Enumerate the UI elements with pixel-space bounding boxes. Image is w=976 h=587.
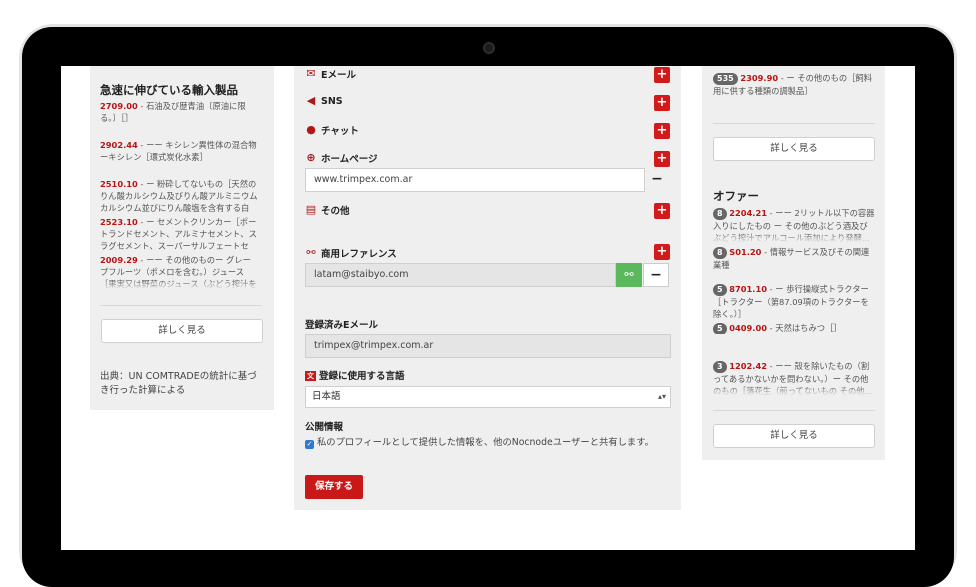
language-row: 文登録に使用する言語 [305,368,405,382]
language-icon: 文 [305,371,316,381]
list-item[interactable]: 2009.29 - ーー その他のものー グレープフルーツ（ポメロを含む。）ジュ… [100,254,258,290]
language-selected-value: 日本語 [312,391,341,402]
email-row: ✉ Eメール [305,67,356,82]
share-consent-text: 私のプロフィールとして提供した情報を、他のNocnodeユーザーと共有します。 [317,437,654,448]
select-arrows-icon: ▴▾ [657,392,666,401]
chat-row: ● チャット [305,123,359,138]
sns-label: SNS [321,95,343,107]
list-item[interactable]: 2902.44 - ーー キシレン異性体の混合物ーキシレン［環式炭化水素］ [100,139,258,163]
add-email-button[interactable]: + [654,67,670,83]
share-consent-checkbox[interactable]: ✓ [305,440,314,449]
list-item[interactable]: 2709.00 - 石油及び歴青油〔原油に限る。〕［］ [100,100,258,124]
list-item[interactable]: 535 2309.90 - ー その他のもの［飼料用に供する種類の調製品］ [713,72,875,96]
email-label: Eメール [321,70,356,81]
right-panel: 535 2309.90 - ー その他のもの［飼料用に供する種類の調製品］ 詳し… [702,66,885,460]
add-sns-button[interactable]: + [654,95,670,111]
remove-reference-button[interactable]: − [643,263,669,287]
chat-label: チャット [321,126,359,137]
envelope-icon: ✉ [306,67,316,80]
language-label: 登録に使用する言語 [319,371,405,382]
contact-form-panel: ✉ Eメール + ◀ SNS + ● チャット + ⊕ ホームページ + www.tri… [294,66,681,510]
public-info-label: 公開情報 [305,422,344,433]
offer-item[interactable]: 8 S01.20 - 情報サービス及びその関連業種 [713,246,875,270]
other-label: その他 [321,206,350,217]
offer-item[interactable]: 5 0409.00 - 天然はちみつ［］ [713,322,875,334]
archive-icon: ▤ [305,203,317,216]
list-item[interactable]: 2523.10 - ー セメントクリンカー［ポートランドセメント、アルミナセメン… [100,216,258,252]
homepage-label: ホームページ [321,154,378,165]
registered-email-label: 登録済みEメール [305,320,378,331]
hs-code: 2523.10 [100,217,138,227]
globe-icon: ⊕ [306,151,316,164]
reference-label: 商用レファレンス [321,249,397,260]
count-badge: 8 [713,208,727,220]
language-select[interactable]: 日本語 ▴▾ [305,386,671,408]
add-homepage-button[interactable]: + [654,151,670,167]
hs-code: 2309.90 [740,73,779,83]
share-consent-row: ✓ 私のプロフィールとして提供した情報を、他のNocnodeユーザーと共有します。 [305,435,665,450]
homepage-row: ⊕ ホームページ [305,151,378,166]
add-other-button[interactable]: + [654,203,670,219]
divider [713,123,875,124]
source-note: 出典：UN COMTRADEの統計に基づき行った計算による [100,371,257,396]
hs-code: 2709.00 [100,101,138,111]
reference-input[interactable]: latam@staibyo.com [305,263,616,287]
offer-item[interactable]: 3 1202.42 - ーー 殻を除いたもの（割ってあるかないかを問わない。）ー… [713,360,875,396]
panel-title: 急速に伸びている輸入製品 [100,83,238,97]
chat-icon: ● [306,123,316,136]
see-more-button[interactable]: 詳しく見る [713,424,875,448]
fastest-growing-imports-panel: 急速に伸びている輸入製品 2709.00 - 石油及び歴青油〔原油に限る。〕［］… [90,66,274,410]
homepage-input[interactable]: www.trimpex.com.ar [305,168,645,192]
add-chat-button[interactable]: + [654,123,670,139]
see-more-button[interactable]: 詳しく見る [101,319,263,343]
count-badge: 5 [713,323,727,334]
offer-item[interactable]: 5 8701.10 - ー 歩行操縦式トラクター［トラクター（第87.09項のト… [713,283,875,319]
reference-row: ⚯ 商用レファレンス [305,246,397,261]
divider [713,410,875,411]
list-item[interactable]: 2510.10 - ー 粉砕してないもの［天然のりん酸カルシウム及びりん酸アルミ… [100,178,258,214]
hs-code: 2009.29 [100,255,138,265]
count-badge: 535 [713,73,738,85]
handshake-icon-button[interactable]: ⚯ [616,263,642,287]
remove-homepage-button[interactable]: − [644,168,670,192]
camera-icon [483,42,495,54]
other-row: ▤ その他 [305,203,350,218]
sns-row: ◀ SNS [305,95,343,107]
offers-title: オファー [713,189,759,203]
save-button[interactable]: 保存する [305,475,363,499]
item-description: - 天然はちみつ［］ [767,323,842,333]
hs-code: 0409.00 [729,323,768,333]
hs-code: 2510.10 [100,179,138,189]
hs-code: S01.20 [729,247,762,257]
handshake-icon: ⚯ [306,246,316,259]
hs-code: 2902.44 [100,140,138,150]
see-more-button[interactable]: 詳しく見る [713,137,875,161]
hs-code: 2204.21 [729,208,768,218]
offer-item[interactable]: 8 2204.21 - ーー 2リットル以下の容器入りにしたもの ー その他のぶ… [713,207,875,243]
add-reference-button[interactable]: + [654,244,670,260]
hs-code: 1202.42 [729,361,768,371]
count-badge: 3 [713,361,727,373]
count-badge: 5 [713,284,727,296]
divider [100,305,262,306]
screen: 急速に伸びている輸入製品 2709.00 - 石油及び歴青油〔原油に限る。〕［］… [61,66,915,550]
hs-code: 8701.10 [729,284,768,294]
count-badge: 8 [713,247,727,259]
share-icon: ◀ [306,94,316,107]
registered-email-input[interactable]: trimpex@trimpex.com.ar [305,334,671,358]
